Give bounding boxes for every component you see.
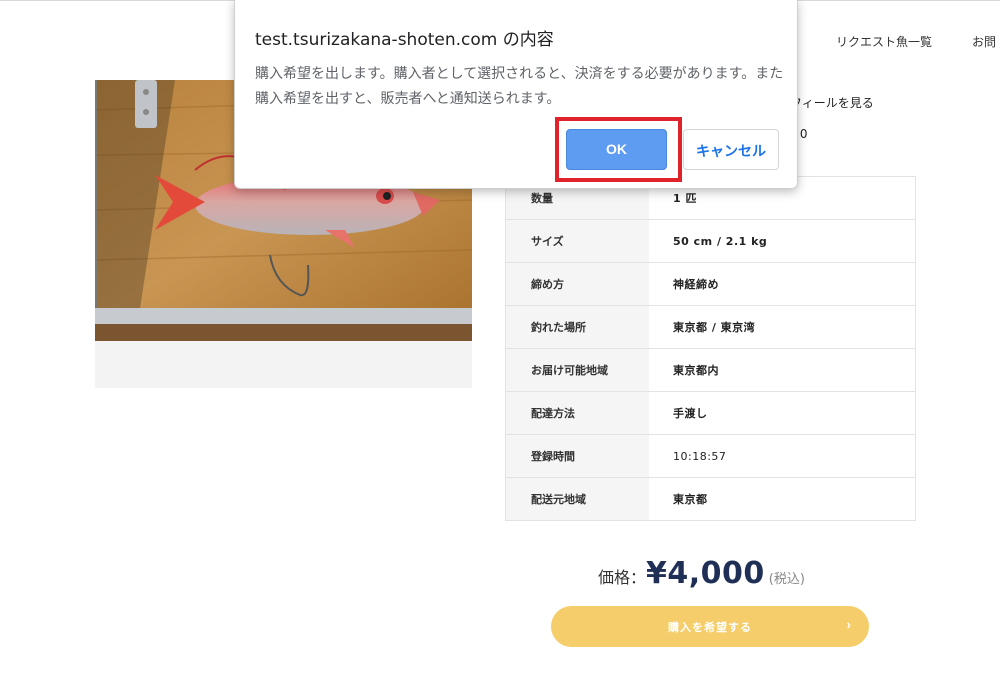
- dialog-message-line-2: 購入希望を出すと、販売者へと通知送られます。: [255, 91, 561, 107]
- detail-key: お届け可能地域: [506, 349, 649, 391]
- dialog-message-line-1: 購入希望を出します。購入者として選択されると、決済をする必要があります。また: [255, 66, 784, 82]
- detail-row-catch-location: 釣れた場所 東京都 / 東京湾: [505, 306, 916, 349]
- detail-value: 手渡し: [673, 407, 708, 420]
- detail-row-size: サイズ 50 cm / 2.1 kg: [505, 220, 916, 263]
- detail-key: 配送元地域: [506, 478, 649, 520]
- detail-row-kill-method: 締め方 神経締め: [505, 263, 916, 306]
- ok-button[interactable]: OK: [566, 129, 667, 170]
- detail-key: 締め方: [506, 263, 649, 305]
- price-amount: ¥4,000: [646, 556, 765, 591]
- seller-profile-link[interactable]: フィールを見る: [790, 94, 874, 111]
- detail-row-delivery-method: 配達方法 手渡し: [505, 392, 916, 435]
- detail-value: 東京都 / 東京湾: [673, 321, 756, 334]
- cancel-button[interactable]: キャンセル: [683, 129, 779, 170]
- nav-item-contact[interactable]: お問: [972, 33, 996, 50]
- detail-value: 東京都: [673, 493, 708, 506]
- detail-value: 10:18:57: [673, 449, 727, 463]
- request-purchase-label: 購入を希望する: [668, 622, 752, 634]
- detail-row-registered-time: 登録時間 10:18:57: [505, 435, 916, 478]
- detail-value: 神経締め: [673, 278, 719, 291]
- detail-key: 配達方法: [506, 392, 649, 434]
- detail-row-shipping-origin: 配送元地域 東京都: [505, 478, 916, 521]
- fish-details-table: 数量 1 匹 サイズ 50 cm / 2.1 kg 締め方 神経締め 釣れた場所…: [505, 176, 916, 521]
- detail-row-delivery-area: お届け可能地域 東京都内: [505, 349, 916, 392]
- detail-key: サイズ: [506, 220, 649, 262]
- price-label: 価格：: [598, 568, 647, 587]
- confirm-dialog: test.tsurizakana-shoten.com の内容 購入希望を出しま…: [234, 0, 798, 189]
- ok-button-label: OK: [606, 141, 627, 157]
- price-tax-note: (税込): [768, 572, 805, 587]
- chevron-right-icon: ›: [846, 617, 851, 632]
- dialog-title: test.tsurizakana-shoten.com の内容: [255, 30, 554, 50]
- nav-item-request-fish-list[interactable]: リクエスト魚一覧: [836, 33, 932, 50]
- price-display: 価格：¥4,000 (税込): [598, 556, 805, 596]
- request-purchase-button[interactable]: 購入を希望する ›: [551, 606, 869, 647]
- detail-value: 50 cm / 2.1 kg: [673, 234, 768, 248]
- detail-value: 東京都内: [673, 364, 719, 377]
- detail-key: 登録時間: [506, 435, 649, 477]
- cancel-button-label: キャンセル: [696, 143, 766, 159]
- detail-key: 釣れた場所: [506, 306, 649, 348]
